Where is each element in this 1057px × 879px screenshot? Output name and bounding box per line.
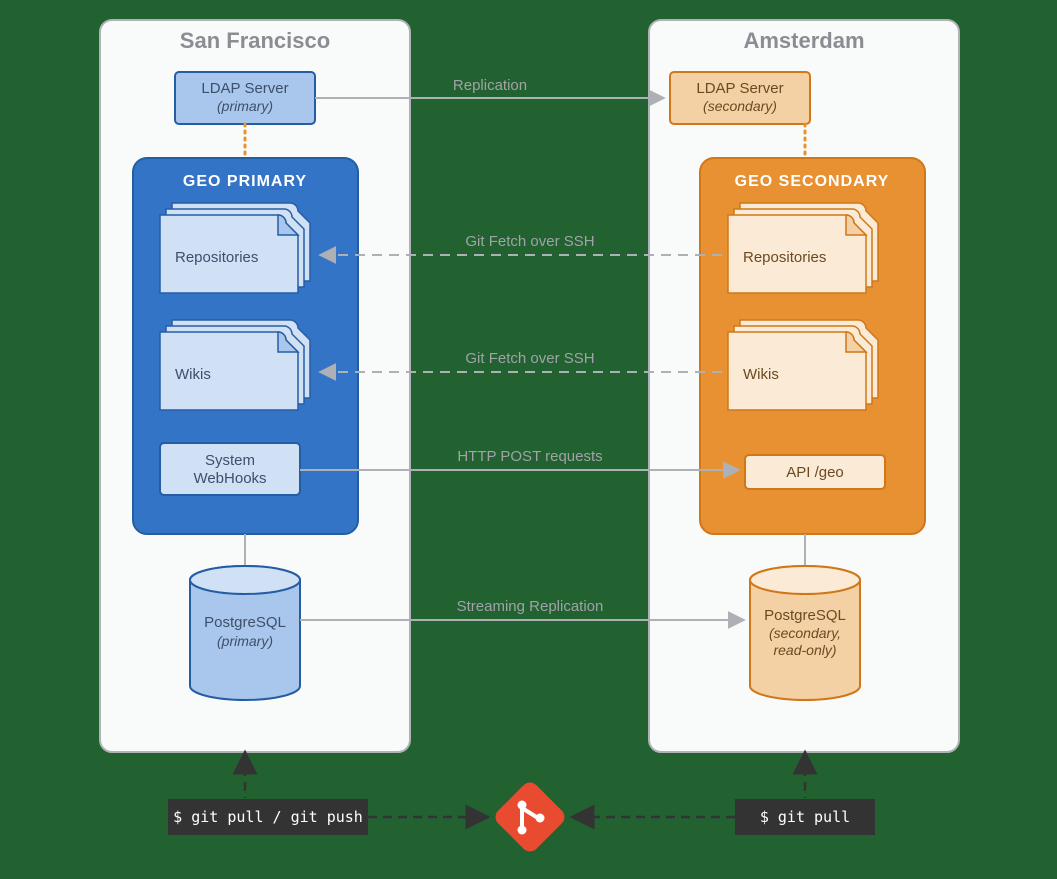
postgres-secondary: PostgreSQL (secondary, read-only) (750, 566, 860, 700)
region-title-right: Amsterdam (743, 28, 864, 53)
svg-text:PostgreSQL: PostgreSQL (204, 614, 286, 631)
geo-primary-title: GEO PRIMARY (183, 173, 307, 190)
svg-text:Streaming Replication: Streaming Replication (457, 598, 604, 615)
svg-text:API /geo: API /geo (786, 464, 844, 481)
svg-text:(secondary): (secondary) (703, 98, 777, 114)
postgres-primary: PostgreSQL (primary) (190, 566, 300, 700)
repos-primary: Repositories (160, 203, 310, 293)
svg-text:Git Fetch over SSH: Git Fetch over SSH (465, 350, 594, 367)
svg-text:LDAP Server: LDAP Server (696, 80, 783, 97)
geo-primary-container: GEO PRIMARY Repositories Wikis System We… (133, 158, 358, 534)
svg-text:WebHooks: WebHooks (193, 470, 266, 487)
ldap-secondary: LDAP Server (secondary) (670, 72, 810, 124)
system-webhooks: System WebHooks (160, 443, 300, 495)
git-icon (492, 779, 568, 855)
svg-text:Replication: Replication (453, 77, 527, 94)
svg-text:read-only): read-only) (773, 642, 836, 658)
svg-text:$ git pull / git push: $ git pull / git push (173, 808, 363, 826)
ldap-primary: LDAP Server (primary) (175, 72, 315, 124)
svg-text:(primary): (primary) (217, 98, 273, 114)
svg-text:LDAP Server: LDAP Server (201, 80, 288, 97)
wikis-primary: Wikis (160, 320, 310, 410)
svg-text:PostgreSQL: PostgreSQL (764, 607, 846, 624)
repos-secondary: Repositories (728, 203, 878, 293)
client-left-box: $ git pull / git push (168, 799, 368, 835)
svg-text:(secondary,: (secondary, (769, 625, 841, 641)
svg-text:Wikis: Wikis (743, 366, 779, 383)
svg-text:Git Fetch over SSH: Git Fetch over SSH (465, 233, 594, 250)
geo-secondary-title: GEO SECONDARY (735, 173, 890, 190)
region-title-left: San Francisco (180, 28, 330, 53)
api-geo: API /geo (745, 455, 885, 489)
svg-text:HTTP POST requests: HTTP POST requests (457, 448, 602, 465)
svg-text:System: System (205, 452, 255, 469)
wikis-secondary: Wikis (728, 320, 878, 410)
svg-text:(primary): (primary) (217, 633, 273, 649)
svg-text:Repositories: Repositories (743, 249, 826, 266)
client-right-box: $ git pull (735, 799, 875, 835)
svg-text:Wikis: Wikis (175, 366, 211, 383)
geo-secondary-container: GEO SECONDARY Repositories Wikis API /ge… (700, 158, 925, 534)
svg-text:$ git pull: $ git pull (760, 808, 850, 826)
svg-text:Repositories: Repositories (175, 249, 258, 266)
